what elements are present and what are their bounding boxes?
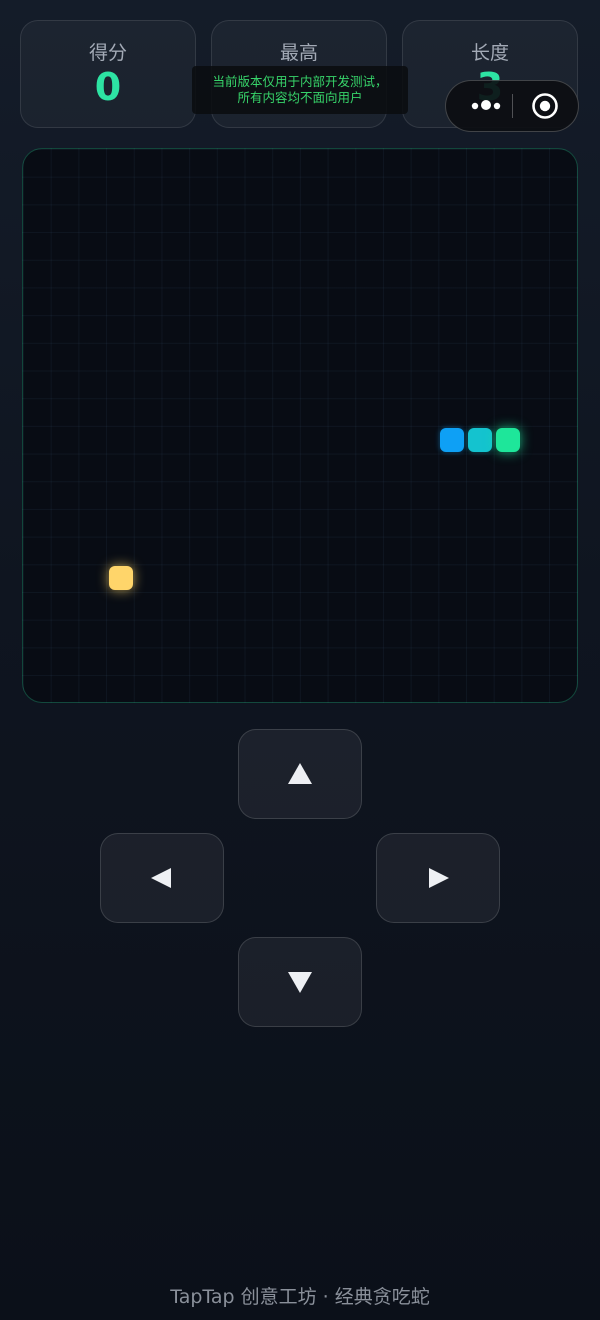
dev-notice-line-2: 所有内容均不面向用户: [237, 90, 363, 105]
footer-credit: TapTap 创意工坊 · 经典贪吃蛇: [170, 1286, 430, 1308]
more-dots-icon[interactable]: [454, 81, 512, 131]
length-label: 长度: [470, 42, 509, 64]
left-button[interactable]: [100, 833, 224, 923]
snake-head: [496, 428, 520, 452]
up-button[interactable]: [238, 729, 362, 819]
target-circle-icon[interactable]: [530, 91, 560, 121]
right-button[interactable]: [376, 833, 500, 923]
miniprogram-capsule: [445, 80, 579, 132]
arrow-left-icon: [151, 868, 171, 888]
snake-body-segment: [468, 428, 492, 452]
arrow-down-icon: [288, 972, 312, 993]
high-score-label: 最高: [279, 42, 318, 64]
dev-notice-line-1: 当前版本仅用于内部开发测试，: [212, 74, 388, 89]
score-value: 0: [94, 65, 122, 109]
score-card: 得分 0: [20, 20, 196, 128]
snake-tail-segment: [440, 428, 464, 452]
food-pellet: [109, 566, 133, 590]
arrow-right-icon: [429, 868, 449, 888]
arrow-up-icon: [288, 763, 312, 784]
dev-notice-toast: 当前版本仅用于内部开发测试， 所有内容均不面向用户: [192, 66, 408, 114]
down-button[interactable]: [238, 937, 362, 1027]
capsule-divider: [512, 94, 513, 118]
score-label: 得分: [88, 42, 127, 64]
game-board[interactable]: [22, 148, 578, 703]
